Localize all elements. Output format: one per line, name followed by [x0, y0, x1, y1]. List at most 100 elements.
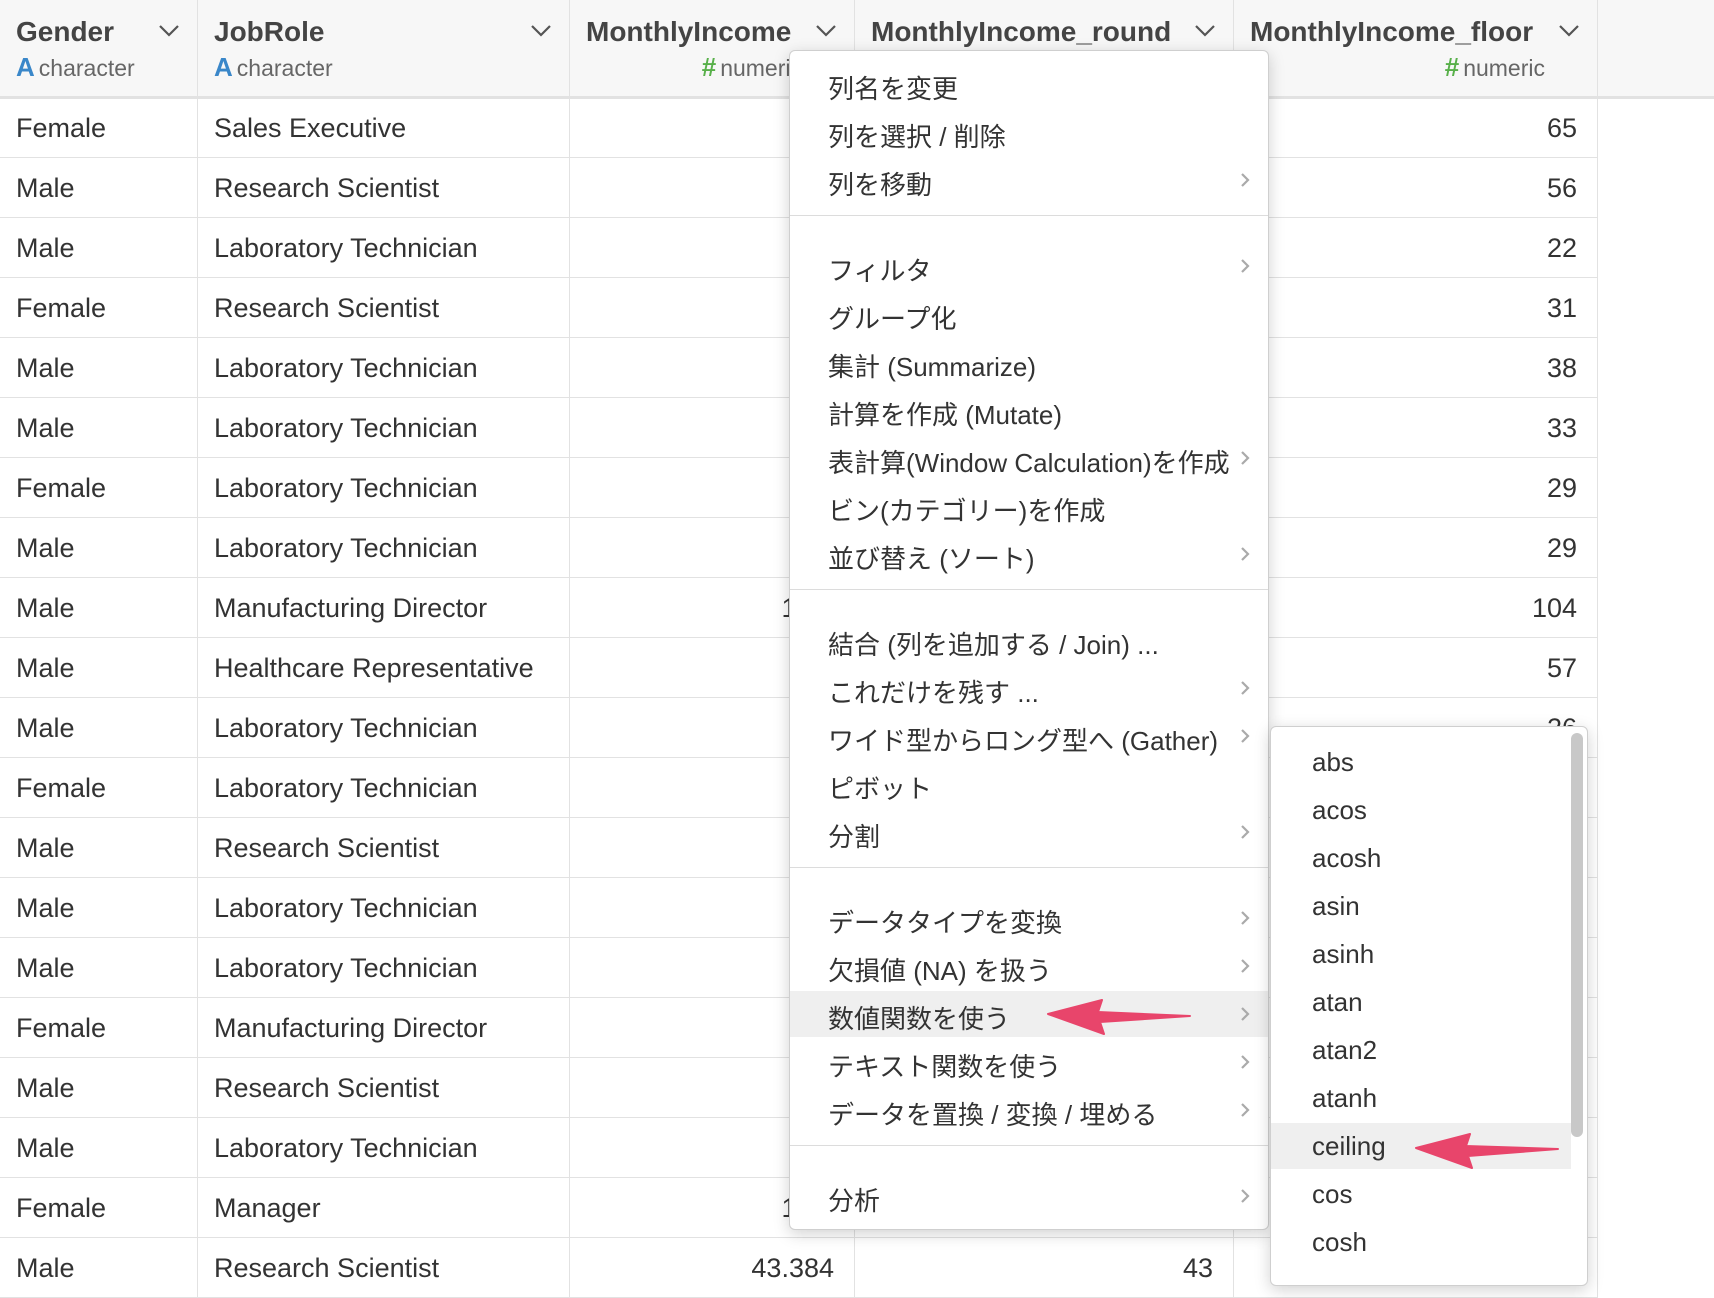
menu-item[interactable]: ワイド型からロング型へ (Gather) — [790, 713, 1268, 759]
column-name: MonthlyIncome_floor — [1250, 16, 1534, 47]
menu-item-label: テキスト関数を使う — [828, 1052, 1062, 1082]
column-name: JobRole — [214, 16, 325, 47]
menu-item-label: ピボット — [828, 774, 933, 804]
table-cell: Sales Executive — [198, 98, 570, 158]
table-cell: Laboratory Technician — [198, 698, 570, 758]
chevron-right-icon — [1240, 910, 1250, 926]
table-cell: Male — [0, 1118, 198, 1178]
table-cell: 43 — [855, 1238, 1234, 1298]
menu-item[interactable]: ピボット — [790, 761, 1268, 807]
menu-item-label: 結合 (列を追加する / Join) ... — [828, 630, 1159, 660]
table-cell: Healthcare Representative — [198, 638, 570, 698]
menu-separator — [790, 1145, 1268, 1146]
menu-item[interactable]: ビン(カテゴリー)を作成 — [790, 483, 1268, 529]
table-cell: Manager — [198, 1178, 570, 1238]
chevron-right-icon — [1240, 1054, 1250, 1070]
submenu-item-atan2[interactable]: atan2 — [1271, 1027, 1571, 1073]
table-cell: Laboratory Technician — [198, 338, 570, 398]
submenu-scrollbar[interactable] — [1571, 733, 1583, 1137]
chevron-right-icon — [1240, 1006, 1250, 1022]
menu-item-label: ワイド型からロング型へ (Gather) — [828, 726, 1219, 756]
table-cell: Laboratory Technician — [198, 398, 570, 458]
menu-item[interactable]: 分割 — [790, 809, 1268, 855]
submenu-item-abs[interactable]: abs — [1271, 739, 1571, 785]
submenu-item-atan[interactable]: atan — [1271, 979, 1571, 1025]
column-name: MonthlyIncome — [586, 16, 792, 47]
submenu-item-label: cos — [1312, 1179, 1353, 1209]
table-cell: Research Scientist — [198, 818, 570, 878]
table-cell: Manufacturing Director — [198, 998, 570, 1058]
menu-item[interactable]: 列を移動 — [790, 157, 1268, 203]
table-cell: Female — [0, 758, 198, 818]
chevron-right-icon — [1240, 958, 1250, 974]
table-cell: 65 — [1234, 98, 1598, 158]
table-cell: Laboratory Technician — [198, 878, 570, 938]
chevron-right-icon — [1240, 546, 1250, 562]
table-cell: Research Scientist — [198, 158, 570, 218]
pointer-arrow-icon — [1047, 999, 1191, 1035]
table-cell: Male — [0, 1058, 198, 1118]
submenu-item-label: atanh — [1312, 1083, 1378, 1113]
numeric-type-icon: # — [1444, 52, 1460, 82]
table-cell: Male — [0, 698, 198, 758]
submenu-item-acos[interactable]: acos — [1271, 787, 1571, 833]
submenu-item-label: acosh — [1312, 843, 1382, 873]
menu-item[interactable]: グループ化 — [790, 291, 1268, 337]
chevron-down-icon[interactable] — [1194, 24, 1216, 38]
menu-item-label: グループ化 — [828, 304, 957, 334]
table-cell: Laboratory Technician — [198, 938, 570, 998]
character-type-icon: A — [16, 52, 35, 82]
table-cell: Laboratory Technician — [198, 458, 570, 518]
chevron-down-icon[interactable] — [1558, 24, 1580, 38]
table-cell: Laboratory Technician — [198, 1118, 570, 1178]
menu-item-label: 列を移動 — [828, 170, 933, 200]
menu-item[interactable]: 列を選択 / 削除 — [790, 109, 1268, 155]
column-header-0[interactable]: Gender Acharacter — [0, 0, 198, 96]
table-cell: Female — [0, 278, 198, 338]
table-cell: Male — [0, 878, 198, 938]
table-cell: 38 — [1234, 338, 1598, 398]
menu-item[interactable]: 集計 (Summarize) — [790, 339, 1268, 385]
chevron-right-icon — [1240, 1188, 1250, 1204]
menu-item[interactable]: 結合 (列を追加する / Join) ... — [790, 617, 1268, 663]
chevron-right-icon — [1240, 824, 1250, 840]
menu-separator — [790, 589, 1268, 590]
column-header-4[interactable]: MonthlyIncome_floor # numeric — [1234, 0, 1598, 96]
menu-separator — [790, 867, 1268, 868]
menu-item[interactable]: フィルタ — [790, 243, 1268, 289]
menu-item-label: 表計算(Window Calculation)を作成 — [828, 448, 1230, 478]
table-cell: 43.384 — [570, 1238, 855, 1298]
table-cell: Male — [0, 938, 198, 998]
table-cell: Male — [0, 218, 198, 278]
chevron-right-icon — [1240, 728, 1250, 744]
chevron-down-icon[interactable] — [530, 24, 552, 38]
menu-item[interactable]: 計算を作成 (Mutate) — [790, 387, 1268, 433]
table-cell: Female — [0, 998, 198, 1058]
submenu-item-asinh[interactable]: asinh — [1271, 931, 1571, 977]
table-cell: Male — [0, 518, 198, 578]
menu-item[interactable]: 表計算(Window Calculation)を作成 — [790, 435, 1268, 481]
table-cell: Research Scientist — [198, 1058, 570, 1118]
menu-separator — [790, 215, 1268, 216]
table-cell: 22 — [1234, 218, 1598, 278]
menu-item[interactable]: これだけを残す ... — [790, 665, 1268, 711]
column-context-menu: 列名を変更 列を選択 / 削除列を移動フィルタグループ化集計 (Summarize… — [789, 50, 1269, 1230]
column-header-1[interactable]: JobRole Acharacter — [198, 0, 570, 96]
menu-item[interactable]: 並び替え (ソート) — [790, 531, 1268, 577]
menu-item[interactable]: データタイプを変換 — [790, 895, 1268, 941]
menu-item[interactable]: データを置換 / 変換 / 埋める — [790, 1087, 1268, 1133]
submenu-item-asin[interactable]: asin — [1271, 883, 1571, 929]
submenu-item-label: abs — [1312, 747, 1354, 777]
menu-item[interactable]: 列名を変更 — [790, 61, 1268, 107]
chevron-right-icon — [1240, 1102, 1250, 1118]
chevron-down-icon[interactable] — [158, 24, 180, 38]
chevron-down-icon[interactable] — [815, 24, 837, 38]
submenu-item-acosh[interactable]: acosh — [1271, 835, 1571, 881]
table-cell: Male — [0, 818, 198, 878]
table-cell: 56 — [1234, 158, 1598, 218]
submenu-item-cosh[interactable]: cosh — [1271, 1219, 1571, 1265]
menu-item[interactable]: 分析 — [790, 1173, 1268, 1219]
numeric-functions-submenu: abs acos acosh asin asinh atan atan2 atanh ceili… — [1270, 726, 1588, 1286]
submenu-item-label: acos — [1312, 795, 1367, 825]
column-type-text: character — [236, 55, 333, 81]
